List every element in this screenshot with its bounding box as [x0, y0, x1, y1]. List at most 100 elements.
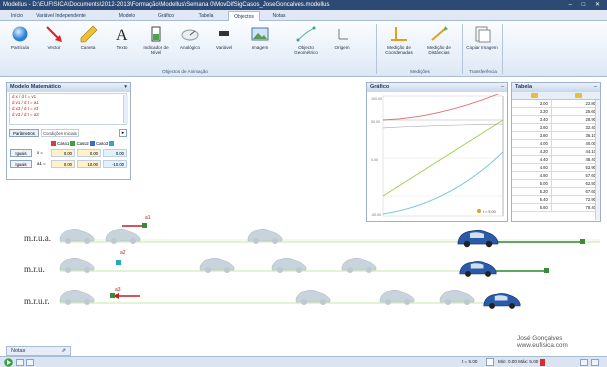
distance-measure-button[interactable]: Medição de Distâncias [420, 25, 458, 61]
table-row[interactable]: 5.20 67.60 [512, 187, 601, 196]
table-row[interactable]: 4.40 48.40 [512, 155, 601, 164]
coordinate-measure-label: Medição de Coordenadas [385, 45, 413, 55]
parameter-value-input[interactable]: 0.00 [103, 149, 127, 157]
table-cell-t: 3.40 [512, 115, 552, 124]
copy-image-label: Copiar Imagem [466, 45, 498, 50]
status-button[interactable] [591, 359, 599, 366]
coordinate-measure-button[interactable]: Medição de Coordenadas [380, 25, 418, 61]
panel-minimize-icon[interactable]: – [594, 83, 597, 92]
vector-label: Vector [47, 45, 61, 50]
geometric-object-button[interactable]: Objecto Geométrico [288, 25, 324, 61]
table-row[interactable]: 5.60 78.40 [512, 203, 601, 212]
distance-measure-icon [431, 26, 448, 41]
time-readout: t = 5.00 [462, 359, 478, 364]
table-row[interactable]: 3.00 22.80 [512, 100, 601, 108]
tab-variavel-independente[interactable]: Variável Independente [32, 11, 90, 21]
table-row[interactable]: 4.60 52.90 [512, 163, 601, 172]
table-cell-x: 22.80 [551, 100, 601, 108]
tab-notas[interactable]: Notas [266, 11, 292, 21]
table-row[interactable]: 4.20 44.10 [512, 147, 601, 156]
tab-objectos[interactable]: Objectos [228, 11, 260, 21]
vector-icon [46, 26, 62, 42]
case-color-swatch[interactable] [51, 141, 56, 147]
copy-image-icon [475, 26, 491, 43]
case-color-swatch[interactable] [109, 141, 115, 147]
pen-icon [80, 25, 98, 43]
parameter-value-input[interactable]: 0.00 [51, 149, 75, 157]
time-spinner[interactable] [486, 358, 494, 366]
tab-tabela[interactable]: Tabela [193, 11, 219, 21]
credit-name: José Gonçalves [517, 335, 563, 342]
table-header-col-t[interactable] [512, 92, 556, 99]
car-mru[interactable] [458, 259, 498, 278]
table-cell-x: 32.40 [551, 123, 601, 132]
table-cell-x: 72.90 [551, 195, 601, 204]
particle-button[interactable]: Partícula [4, 25, 36, 61]
level-indicator-button[interactable]: Indicador de Nível [140, 25, 172, 61]
pen-button[interactable]: Caneta [72, 25, 104, 61]
table-row[interactable]: 3.80 36.10 [512, 131, 601, 140]
time-slider-marker[interactable] [540, 359, 545, 366]
particle-icon [12, 26, 28, 42]
case-color-swatch[interactable] [70, 141, 76, 147]
particle-label: Partícula [10, 45, 30, 50]
iguais-button[interactable]: Iguais [10, 160, 32, 168]
table-row[interactable]: 5.00 62.50 [512, 179, 601, 188]
table-scrollbar[interactable] [595, 100, 600, 220]
y-tick-label: -50.00 [371, 213, 382, 217]
window-title: Modellus - D:\EUFISICA\Documents\2012-20… [3, 2, 330, 8]
analog-button[interactable]: Analógico [174, 25, 206, 61]
parameter-value-input[interactable]: -10.00 [103, 160, 127, 168]
case-color-swatch[interactable] [89, 141, 95, 147]
origin-icon [338, 29, 348, 40]
car-mrur[interactable] [482, 291, 522, 310]
table-cell-x: 28.90 [551, 115, 601, 124]
graph-legend-label: t = 5.00 [483, 210, 496, 214]
origin-button[interactable]: Origem [326, 25, 358, 61]
panel-minimize-icon[interactable]: ▾ [124, 83, 127, 92]
table-row[interactable]: 3.20 25.60 [512, 107, 601, 116]
tab-grafico[interactable]: Gráfico [152, 11, 180, 21]
table-cell-t: 3.80 [512, 131, 552, 140]
expand-icon[interactable]: ⇗ [61, 347, 66, 356]
play-icon[interactable] [4, 358, 13, 367]
panel-options-icon[interactable]: ▸ [119, 129, 127, 137]
parameters-tab[interactable]: Parâmetros [9, 129, 39, 137]
parameter-value-input[interactable]: 0.00 [51, 160, 75, 168]
table-row[interactable]: 4.00 40.00 [512, 139, 601, 148]
iguais-button[interactable]: Iguais [10, 149, 32, 157]
initial-conditions-tab[interactable]: Condições Iniciais [41, 129, 79, 137]
status-button[interactable] [580, 359, 588, 366]
model-editor-scrollbar[interactable] [123, 95, 128, 123]
notes-panel-tab[interactable]: Notas ⇗ [6, 346, 71, 356]
tab-modelo[interactable]: Modelo [114, 11, 140, 21]
car-mrua[interactable] [456, 228, 500, 248]
text-label: Texto [116, 45, 128, 50]
table-row[interactable]: 3.60 32.40 [512, 123, 601, 132]
table-row[interactable]: 5.40 72.90 [512, 195, 601, 204]
geometric-object-label: Objecto Geométrico [294, 45, 318, 55]
vector-button[interactable]: Vector [38, 25, 70, 61]
trail-end-marker [580, 239, 585, 244]
table-header-col-x[interactable] [556, 92, 600, 99]
panel-minimize-icon[interactable]: – [501, 83, 504, 92]
graph-plot[interactable] [369, 94, 505, 220]
window-controls[interactable]: – □ ✕ [569, 0, 604, 10]
table-row[interactable]: 3.40 28.90 [512, 115, 601, 124]
step-forward-button[interactable] [26, 359, 34, 366]
text-button[interactable]: A Texto [106, 25, 138, 61]
parameter-value-input[interactable]: 0.00 [77, 149, 101, 157]
tab-inicio[interactable]: Início [6, 11, 28, 21]
table-grid: 3.00 22.80 3.20 25.60 3.40 28.90 3.60 32.40 3.80… [512, 100, 601, 212]
model-equations-editor[interactable]: d x / d t = v1 d v1 / d t = a1 d x3 / d … [9, 93, 127, 125]
step-back-button[interactable] [16, 359, 24, 366]
table-row[interactable]: 4.80 57.60 [512, 171, 601, 180]
copy-image-button[interactable]: Copiar Imagem [466, 25, 498, 61]
parameter-value-input[interactable]: 10.00 [77, 160, 101, 168]
model-panel-header: Modelo Matemático ▾ [7, 83, 130, 92]
image-button[interactable]: Imagem [244, 25, 276, 61]
vector-label-a1: a1 [145, 215, 151, 221]
table-cell-t: 5.40 [512, 195, 552, 204]
ribbon: Partícula Vector Caneta A Texto Indicado… [0, 21, 607, 77]
variable-button[interactable]: Variável [208, 25, 240, 61]
